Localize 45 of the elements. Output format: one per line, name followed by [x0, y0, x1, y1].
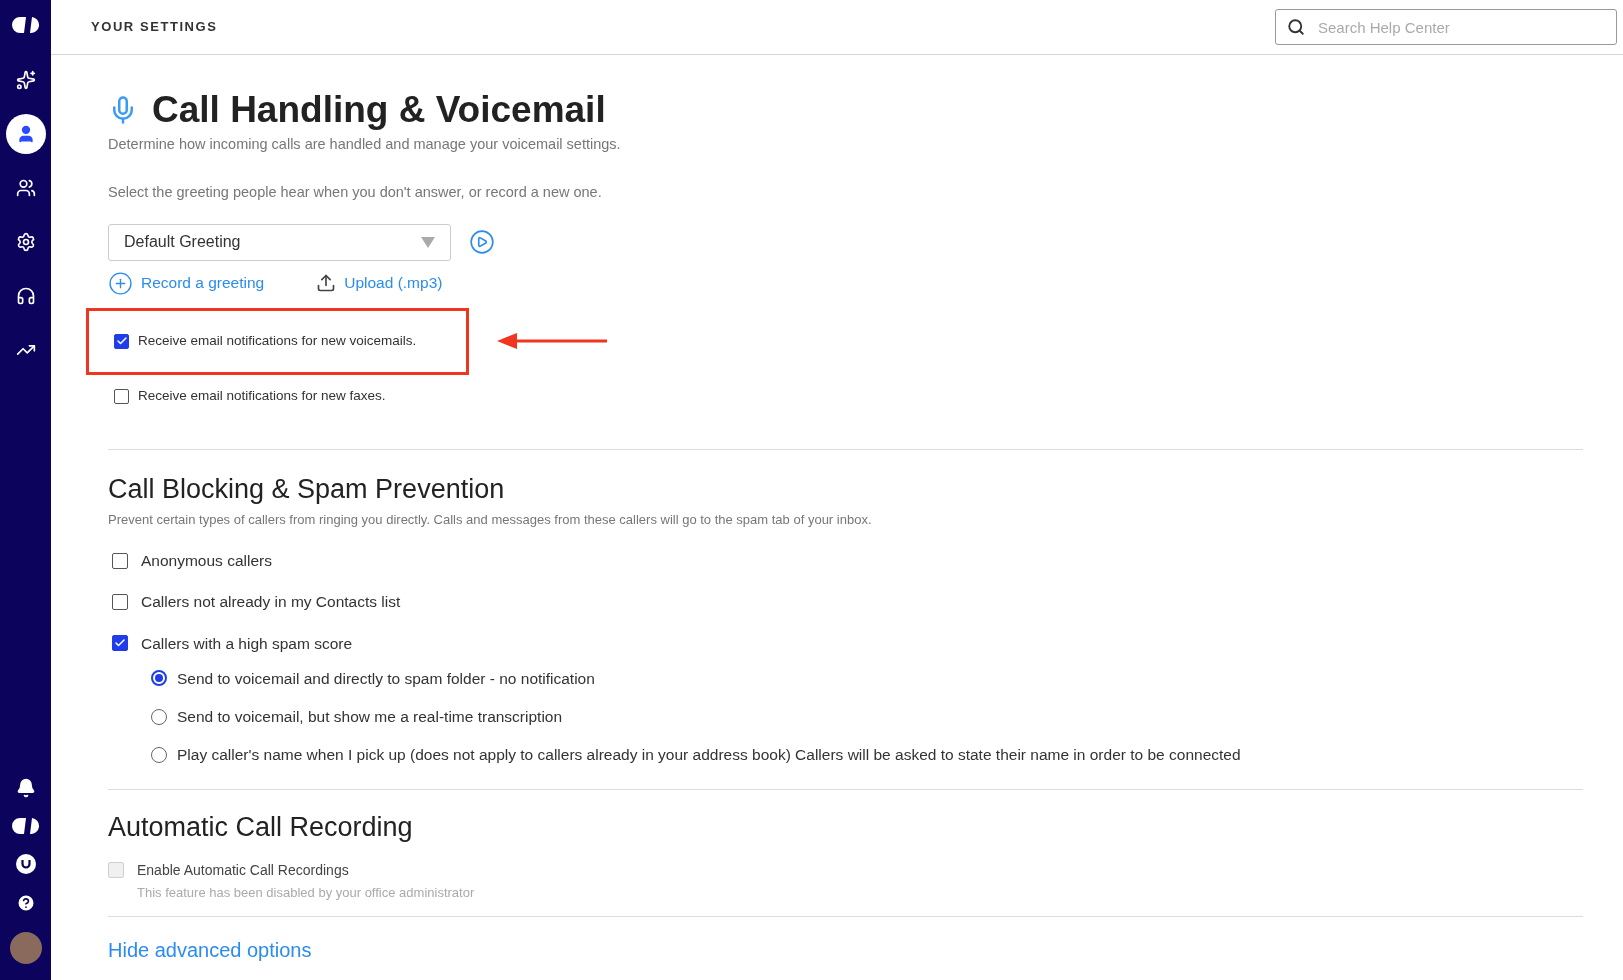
headset-icon	[15, 286, 36, 306]
section-subtitle: Determine how incoming calls are handled and manage your voicemail settings.	[108, 135, 622, 154]
app-logo	[10, 16, 41, 34]
checkbox[interactable]	[114, 389, 129, 404]
section-title: Automatic Call Recording	[108, 810, 414, 844]
checkbox-label: Callers with a high spam score	[141, 633, 353, 654]
help-icon[interactable]	[15, 893, 36, 913]
sparkle-icon	[15, 70, 36, 90]
play-icon[interactable]	[469, 229, 495, 255]
team-icon	[15, 178, 36, 198]
disabled-note: This feature has been disabled by your office administrator	[137, 883, 476, 902]
bell-icon[interactable]	[15, 778, 36, 798]
page-heading: YOUR SETTINGS	[91, 18, 218, 37]
upload-link[interactable]: Upload (.mp3)	[316, 271, 443, 295]
avatar[interactable]	[9, 932, 42, 964]
upload-icon	[316, 273, 337, 293]
plus-icon	[108, 270, 133, 296]
checkbox[interactable]	[112, 635, 128, 652]
record-link[interactable]: Record a greeting	[108, 270, 265, 296]
dropdown-caret-icon	[421, 236, 435, 248]
section-title: Call Blocking & Spam Prevention	[108, 472, 506, 506]
checkbox-label: Receive email notifications for new faxes.	[138, 387, 386, 406]
checkbox[interactable]	[112, 593, 128, 610]
checkbox-label: Receive email notifications for new voicemails.	[138, 331, 417, 350]
settings-icon	[15, 232, 36, 252]
radio-label: Send to voicemail, but show me a real-time transcription	[177, 707, 563, 727]
search-field[interactable]: Search Help Center	[1275, 9, 1617, 45]
checkmark-icon	[115, 335, 128, 347]
section-title: Call Handling & Voicemail	[152, 88, 606, 132]
advanced-options-link[interactable]: Hide advanced options	[108, 935, 312, 965]
radio-button[interactable]	[151, 670, 167, 687]
greeting-prompt: Select the greeting people hear when you don't answer, or record a new one.	[108, 182, 603, 202]
checkbox-label: Enable Automatic Call Recordings	[137, 860, 349, 880]
checkbox-label: Anonymous callers	[141, 551, 272, 571]
logo-icon	[10, 817, 41, 835]
horseshoe-icon[interactable]	[15, 854, 36, 874]
search-icon	[1287, 18, 1305, 36]
checkbox[interactable]	[112, 552, 128, 569]
checkbox-label: Callers not already in my Contacts list	[141, 592, 401, 613]
sidebar-item[interactable]	[5, 114, 46, 154]
greeting-select[interactable]: Default Greeting	[108, 223, 451, 261]
radio-label: Send to voicemail and directly to spam folder - no notification	[177, 668, 595, 689]
section-description: Prevent certain types of callers from ringing you directly. Calls and messages from these callers will go to the spam tab of your inbox.	[108, 510, 873, 529]
checkbox[interactable]	[114, 333, 129, 349]
radio-label: Play caller's name when I pick up (does not apply to callers already in your address book) Callers will be asked to state their name in order to be connected	[177, 745, 1241, 766]
